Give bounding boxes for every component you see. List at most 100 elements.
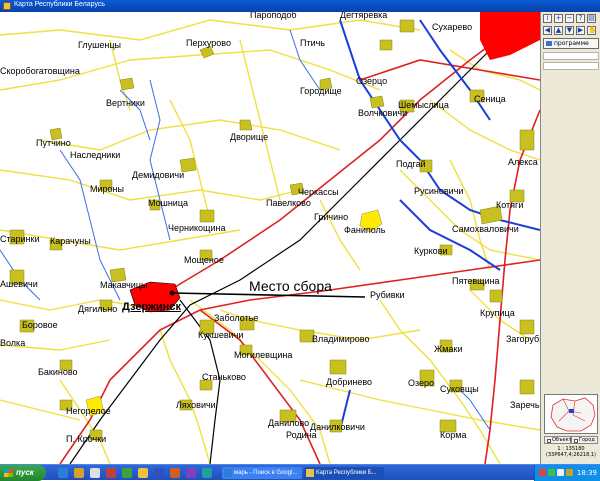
callout-label: Место сбора [249, 278, 332, 294]
tab-city[interactable]: Город [571, 436, 598, 444]
search-icon[interactable]: ? [576, 14, 585, 23]
place-label: Родина [286, 430, 317, 440]
place-label: Негорелое [66, 406, 111, 416]
tab-object[interactable]: Объект [544, 436, 572, 444]
app-icon[interactable] [202, 468, 212, 478]
scale-readout: 1 : 135180 (33Р647,4;26218,1) [544, 446, 598, 458]
clock[interactable]: 18:39 [577, 465, 597, 481]
place-label: Котяги [496, 200, 524, 210]
place-label: Черкассы [298, 187, 339, 197]
place-label: Карачуны [50, 236, 91, 246]
task-browser[interactable]: марь - Поиск в Googl... [222, 467, 302, 479]
print-icon[interactable]: ▤ [587, 14, 596, 23]
city-minsk-area [480, 12, 540, 60]
place-label: Корма [440, 430, 467, 440]
media-icon[interactable] [106, 468, 116, 478]
program-button-label: программе [554, 40, 589, 47]
place-label: Мошница [148, 198, 188, 208]
place-label: Бакиново [38, 367, 78, 377]
pan-right-icon[interactable]: ▶ [576, 26, 585, 35]
task-label: марь - Поиск в Googl... [234, 470, 298, 476]
place-label: Добринево [326, 377, 373, 387]
pan-left-icon[interactable]: ◀ [543, 26, 552, 35]
info-tool-icon[interactable]: i [543, 14, 552, 23]
about-program-button[interactable]: программе [543, 38, 599, 49]
place-label: Старинки [0, 234, 40, 244]
layer-row[interactable] [543, 62, 599, 70]
place-label: Жмаки [434, 344, 463, 354]
tray-icon[interactable] [548, 469, 555, 476]
place-label: Алекса [508, 157, 538, 167]
place-label: Ашевичи [0, 279, 38, 289]
task-label: Карта Республики Б... [316, 470, 377, 476]
app-icon[interactable] [122, 468, 132, 478]
layer-row[interactable] [543, 52, 599, 60]
ie-icon[interactable] [58, 468, 68, 478]
start-label: пуск [16, 468, 34, 477]
place-label: Ляховичи [176, 400, 216, 410]
tray-icon[interactable] [539, 469, 546, 476]
volume-icon[interactable] [557, 469, 564, 476]
app-icon [3, 2, 11, 10]
place-label: Перхурово [186, 38, 231, 48]
viewport-indicator [569, 409, 574, 413]
place-label: Крупица [480, 308, 515, 318]
pan-down-icon[interactable]: ▼ [565, 26, 574, 35]
place-label: Черникощина [168, 223, 226, 233]
place-label: Боровое [22, 320, 58, 330]
place-label: Волка [0, 338, 26, 348]
place-label: Городище [300, 86, 342, 96]
place-label: Данилковичи [310, 422, 365, 432]
desktop-icon[interactable] [90, 468, 100, 478]
place-label: Кукшевичи [198, 330, 244, 340]
place-label: Наследники [70, 150, 121, 160]
place-label: Станьково [202, 372, 246, 382]
place-label: Фаниполь [344, 225, 386, 235]
taskbar: пуск марь - Поиск в Googl... Карта Респу… [0, 464, 600, 481]
place-label: Мощеное [184, 255, 224, 265]
overview-minimap[interactable] [544, 394, 598, 434]
zoom-in-icon[interactable]: + [554, 14, 563, 23]
window-title: Карта Республики Беларусь [14, 1, 106, 8]
place-label: Загорубье [506, 334, 540, 344]
tray-icon[interactable] [566, 469, 573, 476]
belarus-outline [550, 397, 596, 432]
place-label: Путчино [36, 138, 71, 148]
place-label: Озеро [408, 378, 435, 388]
title-bar: Карта Республики Беларусь [0, 0, 600, 12]
place-label: Рубивки [370, 290, 405, 300]
system-tray: 18:39 [534, 465, 600, 481]
task-map[interactable]: Карта Республики Б... [304, 467, 384, 479]
place-label: Заболотье [214, 313, 259, 323]
place-label: Сеница [474, 94, 506, 104]
place-label: П. Крочки [66, 434, 107, 444]
app-icon[interactable] [186, 468, 196, 478]
app-icon[interactable] [170, 468, 180, 478]
map-view[interactable]: Пароподоб Дегтяревка Сухарево Глушенцы П… [0, 12, 540, 464]
pan-up-icon[interactable]: ▲ [554, 26, 563, 35]
place-label: Демидовичи [132, 170, 185, 180]
place-label: Дягильно [78, 304, 118, 314]
place-label: Заречье [510, 400, 540, 410]
map-app-icon [306, 469, 314, 477]
place-label: Самохваловичи [452, 224, 519, 234]
minimap-tabs: Объект Город [544, 436, 598, 444]
place-label: Мироны [90, 184, 124, 194]
hand-tool-icon[interactable]: ✋ [587, 26, 597, 35]
place-label: Волчковичи [358, 108, 408, 118]
coords-value: (33Р647,4;26218,1) [546, 452, 596, 458]
place-label: Суковщы [440, 384, 479, 394]
start-button[interactable]: пуск [0, 465, 46, 481]
place-label: Глушенцы [78, 40, 121, 50]
place-label: Русиновичи [414, 186, 464, 196]
app-icon[interactable] [154, 468, 164, 478]
place-label: Дворище [230, 132, 269, 142]
zoom-out-icon[interactable]: − [565, 14, 574, 23]
browser-icon [224, 469, 232, 477]
app-icon[interactable] [138, 468, 148, 478]
windows-logo-icon [4, 469, 13, 477]
tab-city-label: Город [579, 437, 595, 443]
place-label: Озерцо [356, 76, 388, 86]
folder-icon[interactable] [74, 468, 84, 478]
city-label-dzerzhinsk: Дзержинск [122, 301, 181, 313]
